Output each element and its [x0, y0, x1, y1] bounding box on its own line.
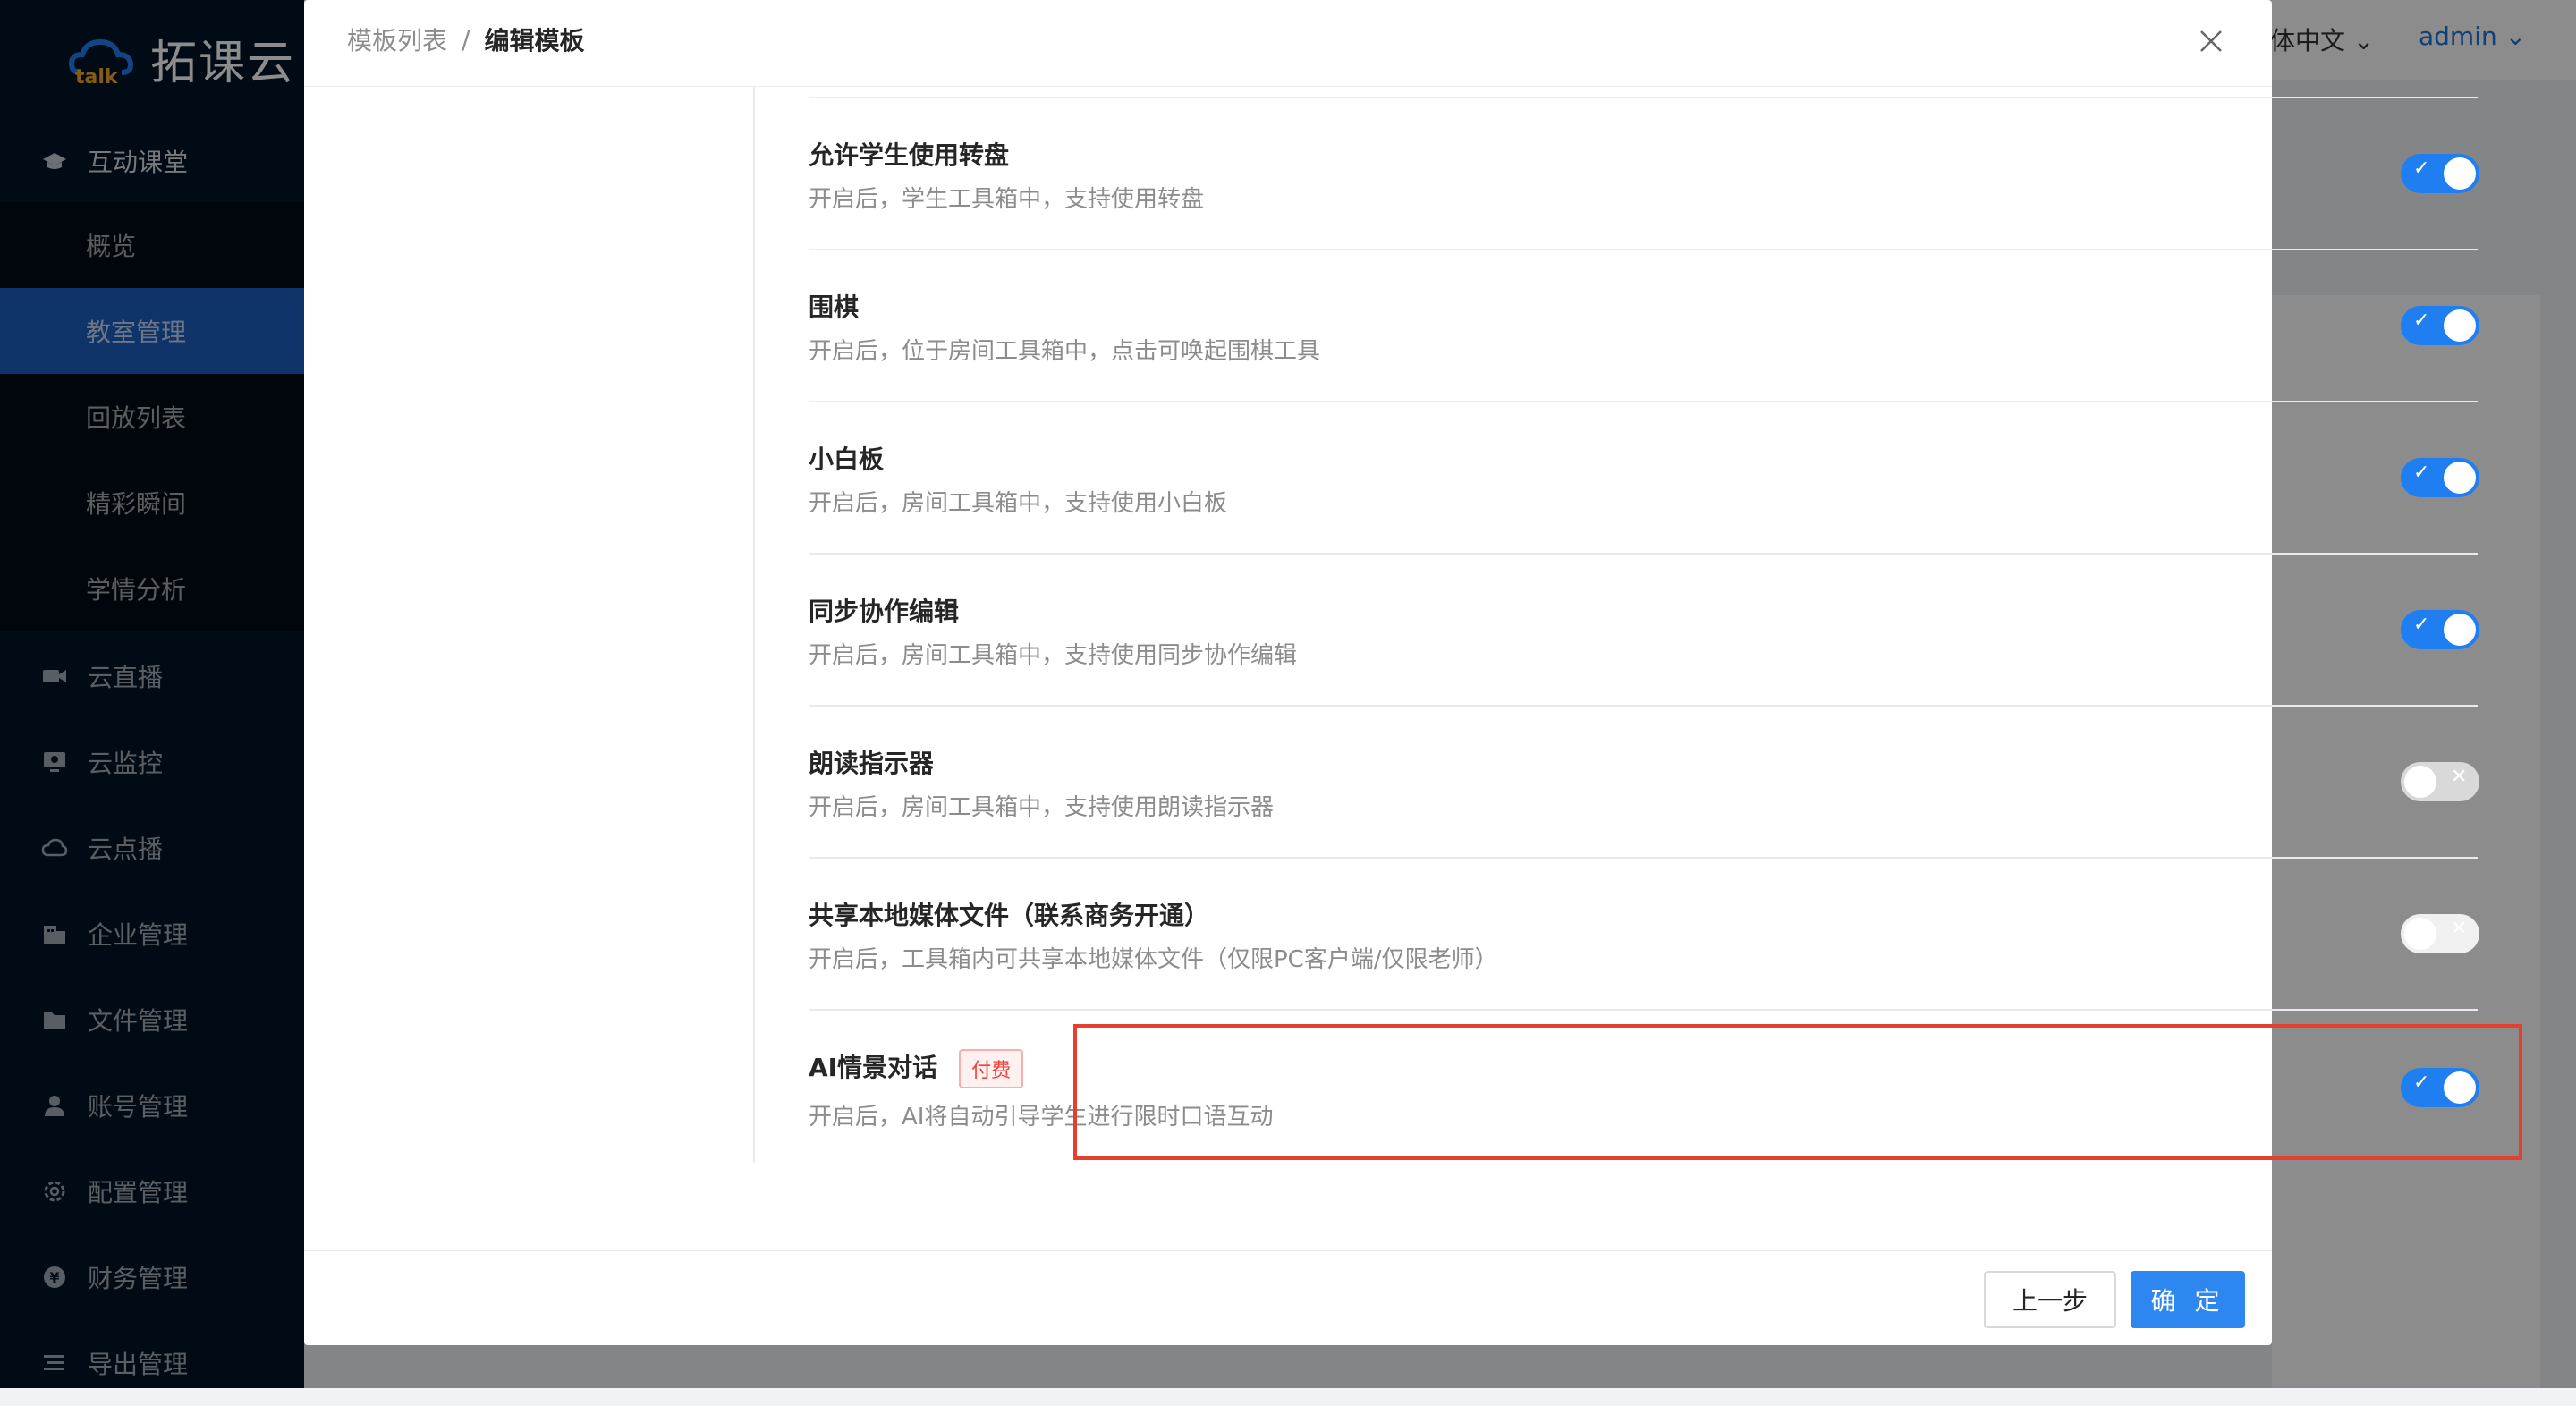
check-icon: ✓: [2413, 614, 2430, 636]
row-divider: [809, 401, 2478, 402]
setting-title: 朗读指示器: [809, 749, 935, 778]
confirm-button[interactable]: 确 定: [2131, 1271, 2245, 1328]
check-icon: ✓: [2413, 462, 2430, 484]
paid-badge: 付费: [959, 1049, 1024, 1088]
setting-title: AI情景对话 付费: [809, 1048, 1024, 1088]
setting-description: 开启后，房间工具箱中，支持使用同步协作编辑: [809, 642, 1298, 669]
breadcrumb-template-list[interactable]: 模板列表: [347, 21, 447, 57]
setting-row-reading-indicator: 朗读指示器 开启后，房间工具箱中，支持使用朗读指示器: [809, 744, 2478, 894]
setting-row-whiteboard: 小白板 开启后，房间工具箱中，支持使用小白板: [809, 440, 2478, 590]
row-divider: [809, 249, 2478, 250]
x-icon: ✕: [2451, 766, 2468, 788]
setting-description: 开启后，学生工具箱中，支持使用转盘: [809, 186, 1205, 213]
setting-title: 共享本地媒体文件（联系商务开通）: [809, 901, 1210, 930]
toggle-switch-share-local-media: ✕: [2401, 914, 2479, 953]
setting-title: 围棋: [809, 292, 860, 322]
modal-header: 模板列表 / 编辑模板: [304, 0, 2272, 87]
toggle-switch-reading-indicator[interactable]: ✕: [2401, 762, 2479, 801]
breadcrumb: 模板列表 / 编辑模板: [347, 21, 584, 57]
breadcrumb-separator: /: [462, 24, 470, 55]
highlight-box: [1073, 1024, 2522, 1160]
setting-description: 开启后，房间工具箱中，支持使用小白板: [809, 490, 1228, 517]
modal-footer: 上一步 确 定: [304, 1250, 2272, 1346]
setting-title: 同步协作编辑: [809, 597, 960, 626]
close-icon[interactable]: [2193, 23, 2229, 59]
edit-template-modal: 模板列表 / 编辑模板 允许学生使用转盘 开启后，学生工具箱中，支持使用转盘 ✓…: [304, 0, 2522, 1346]
row-divider: [809, 705, 2478, 707]
setting-row-go: 围棋 开启后，位于房间工具箱中，点击可唤起围棋工具: [809, 288, 2478, 438]
check-icon: ✓: [2413, 157, 2430, 180]
setting-title-text: AI情景对话: [809, 1053, 938, 1082]
setting-description: 开启后，房间工具箱中，支持使用朗读指示器: [809, 794, 1275, 821]
setting-description: 开启后，位于房间工具箱中，点击可唤起围棋工具: [809, 338, 1321, 365]
toggle-switch-collab-edit[interactable]: ✓: [2401, 610, 2479, 649]
setting-row-collab-edit: 同步协作编辑 开启后，房间工具箱中，支持使用同步协作编辑: [809, 592, 2478, 742]
vertical-divider: [753, 86, 755, 1163]
previous-step-button[interactable]: 上一步: [1984, 1271, 2116, 1328]
toggle-switch-go[interactable]: ✓: [2401, 306, 2479, 345]
check-icon: ✓: [2413, 309, 2430, 332]
row-divider: [809, 553, 2478, 555]
setting-description: 开启后，工具箱内可共享本地媒体文件（仅限PC客户端/仅限老师）: [809, 946, 1498, 973]
toggle-switch-whiteboard[interactable]: ✓: [2401, 458, 2479, 497]
toggle-switch-turntable[interactable]: ✓: [2401, 154, 2479, 193]
setting-row-turntable: 允许学生使用转盘 开启后，学生工具箱中，支持使用转盘: [809, 136, 2478, 286]
row-divider: [809, 97, 2478, 98]
row-divider: [809, 1009, 2478, 1011]
setting-title: 允许学生使用转盘: [809, 140, 1010, 170]
setting-title: 小白板: [809, 445, 885, 474]
row-divider: [809, 857, 2478, 859]
x-icon: ✕: [2451, 918, 2468, 940]
breadcrumb-current: 编辑模板: [484, 26, 585, 55]
